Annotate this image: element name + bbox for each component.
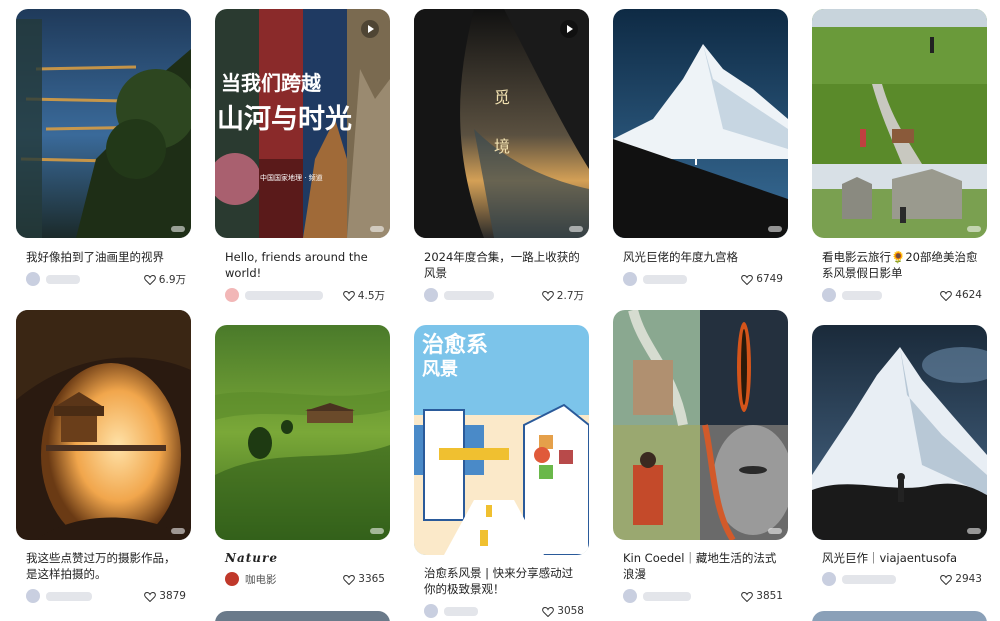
heart-icon [343,574,356,585]
waterfall-feed: 我好像拍到了油画里的视界 6.9万 我这些点赞过万的摄影作品，是这样拍摄的。 3… [0,0,1000,621]
card-cover-image[interactable]: 当我们跨越 山河与时光 中国国家地理 · 频道 [215,9,390,238]
cover-logo-text: 中国国家地理 · 频道 [260,174,323,182]
like-button[interactable]: 3365 [343,573,385,585]
card-title: Nature [225,551,278,565]
heart-icon [144,591,157,602]
play-icon [361,20,379,38]
like-count: 4624 [955,289,982,301]
card-meta: 3879 [26,588,186,604]
like-button[interactable]: 3851 [741,590,783,602]
author-avatar[interactable] [623,272,637,286]
card-cover-image[interactable] [812,611,987,621]
like-button[interactable]: 2.7万 [541,288,584,303]
card-cover-image[interactable] [613,9,788,238]
card-cover-image[interactable] [215,325,390,540]
heart-icon [542,606,555,617]
author-avatar[interactable] [424,288,438,302]
card-title: Hello, friends around the world! [225,250,368,280]
card-meta: 咖电影 3365 [225,571,385,587]
heart-icon [342,290,355,301]
card-meta: 4.5万 [225,287,385,303]
heart-icon [741,591,754,602]
author-name-blurred[interactable] [842,574,896,584]
heart-icon [143,274,156,285]
author-name-blurred[interactable] [842,290,882,300]
like-button[interactable]: 3058 [542,605,584,617]
card-meta: 4624 [822,287,982,303]
like-button[interactable]: 4624 [940,289,982,301]
card-meta: 3058 [424,603,584,619]
author-avatar[interactable] [26,272,40,286]
author-avatar[interactable] [822,288,836,302]
like-count: 6749 [756,273,783,285]
like-button[interactable]: 2943 [940,573,982,585]
card-cover-image[interactable]: 治愈系 风景 [414,325,589,555]
author-name-blurred[interactable] [444,606,478,616]
card-cover-image[interactable]: 觅 境 [414,9,589,238]
cover-vertical-title: 觅 境 [491,89,510,169]
card-title: 风光巨佬的年度九宫格 [623,250,738,264]
author-avatar[interactable] [225,572,239,586]
like-count: 2.7万 [556,289,584,302]
like-count: 3851 [756,590,783,602]
author-avatar[interactable] [822,572,836,586]
author-name-blurred[interactable] [46,591,92,601]
card-title: 我好像拍到了油画里的视界 [26,250,164,264]
cover-headline-2: 风景 [422,359,458,380]
author-avatar[interactable] [26,589,40,603]
card-cover-image[interactable] [613,310,788,540]
heart-icon [940,574,953,585]
like-count: 4.5万 [357,289,385,302]
like-button[interactable]: 3879 [144,590,186,602]
card-title: 我这些点赞过万的摄影作品，是这样拍摄的。 [26,551,176,581]
author-name-blurred[interactable] [643,274,687,284]
like-count: 3365 [358,573,385,585]
card-cover-image[interactable] [16,310,191,540]
like-count: 3879 [159,590,186,602]
play-icon [560,20,578,38]
card-meta: 3851 [623,588,783,604]
card-cover-image[interactable] [16,9,191,238]
card-cover-image[interactable] [812,9,987,238]
heart-icon [741,274,754,285]
like-button[interactable]: 6.9万 [143,272,186,287]
like-count: 6.9万 [158,273,186,286]
author-avatar[interactable] [424,604,438,618]
author-name-blurred[interactable] [245,290,323,300]
card-title: 治愈系风景 | 快来分享感动过你的极致景观！ [424,566,574,596]
card-cover-image[interactable] [215,611,390,621]
card-meta: 6749 [623,271,783,287]
heart-icon [541,290,554,301]
cover-headline-1: 治愈系 [422,333,489,358]
author-name[interactable]: 咖电影 [245,572,277,587]
card-meta: 2.7万 [424,287,584,303]
card-title: Kin Coedel｜藏地生活的法式浪漫 [623,551,777,581]
author-name-blurred[interactable] [643,591,691,601]
author-name-blurred[interactable] [444,290,494,300]
like-count: 3058 [557,605,584,617]
card-title: 2024年度合集，一路上收获的风景 [424,250,580,280]
card-meta: 6.9万 [26,271,186,287]
card-meta: 2943 [822,571,982,587]
author-avatar[interactable] [623,589,637,603]
cover-headline-1: 当我们跨越 [221,71,321,95]
card-cover-image[interactable] [812,325,987,540]
cover-headline-2: 山河与时光 [217,104,352,135]
like-button[interactable]: 4.5万 [342,288,385,303]
card-title: 风光巨作｜viajaentusofa [822,551,958,565]
card-title: 看电影云旅行🌻20部绝美治愈系风景假日影单 [822,250,978,280]
author-name-blurred[interactable] [46,274,80,284]
heart-icon [940,290,953,301]
author-avatar[interactable] [225,288,239,302]
like-count: 2943 [955,573,982,585]
like-button[interactable]: 6749 [741,273,783,285]
